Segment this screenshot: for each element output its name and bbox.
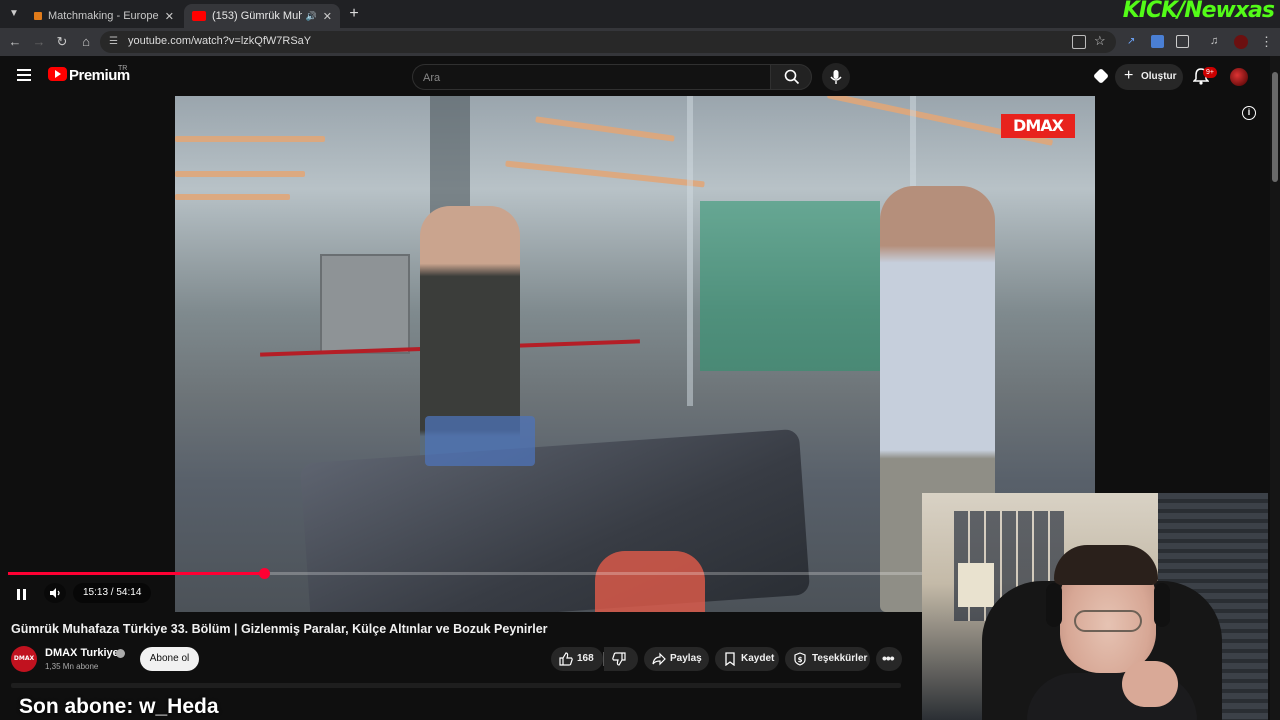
pause-button[interactable] [10,584,32,604]
ceiling-light [175,194,290,200]
more-horizontal-icon: ••• [882,650,895,666]
green-kiosk [700,201,880,371]
glasses [1074,610,1142,632]
forward-arrow-icon[interactable]: → [31,34,47,50]
wall-poster [958,563,994,607]
ceiling-light [175,136,325,142]
tab-matchmaking[interactable]: Matchmaking - Europe 5v5 Qu ✕ [26,4,182,28]
close-tab-icon[interactable]: ✕ [165,10,174,23]
tab-favicon-icon [34,12,42,20]
tab-title: Matchmaking - Europe 5v5 Qu [48,10,159,22]
save-label: Kaydet [741,653,775,664]
scrollbar-thumb[interactable] [1272,72,1278,182]
new-tab-icon[interactable]: + [346,6,362,22]
extension-icon-1[interactable]: ↗ [1127,36,1139,48]
channel-watermark: DMAX [1001,114,1075,138]
headphones [1046,583,1062,627]
open-suitcase [299,428,811,612]
thanks-label: Teşekkürler [812,653,868,664]
back-arrow-icon[interactable]: ← [7,34,23,50]
profile-avatar-icon[interactable] [1234,35,1248,49]
volume-icon [50,588,60,598]
like-count: 168 [577,653,594,664]
scrubber-handle[interactable] [258,568,270,579]
glass-pillar [687,96,693,406]
search-icon [784,69,800,85]
install-app-icon[interactable] [1072,35,1086,49]
channel-name[interactable]: DMAX Turkiye [45,647,119,659]
cast-icon[interactable] [1093,68,1109,84]
time-display: 15:13 / 54:14 [73,583,152,603]
streamer-hair [1054,545,1158,585]
search-box[interactable] [412,64,770,90]
thanks-button[interactable]: $ Teşekkürler [785,647,870,671]
youtube-logo-icon[interactable] [48,67,67,81]
headphones [1154,583,1170,627]
separator-line [11,683,901,688]
create-label: Oluştur [1141,71,1177,82]
close-tab-icon[interactable]: ✕ [323,10,332,23]
tab-title: (153) Gümrük Muhafaza Tü [212,10,302,22]
verified-badge-icon [116,649,125,658]
volume-button[interactable] [44,583,66,603]
media-controls-icon[interactable]: ♫ [1210,35,1224,48]
notification-count-badge: 9+ [1203,67,1217,78]
site-info-icon[interactable]: ☰ [109,36,121,48]
url-text: youtube.com/watch?v=lzkQfW7RSaY [128,35,312,47]
share-icon [652,652,666,666]
youtube-header: Premium TR + Oluştur 9+ [0,56,1280,96]
ceiling-light [175,171,305,177]
audio-playing-icon[interactable]: 🔊 [306,11,317,22]
home-icon[interactable]: ⌂ [78,34,94,50]
subscriber-count: 1,35 Mn abone [45,662,99,671]
streamer-webcam [922,493,1268,720]
svg-text:$: $ [798,656,803,664]
kick-watermark: KICK/Newxas [1122,0,1275,23]
progress-bar[interactable] [8,568,922,579]
page-scrollbar[interactable] [1270,56,1280,720]
search-button[interactable] [770,64,812,90]
thumbs-up-icon [559,652,573,666]
bookmark-icon [725,652,735,666]
dislike-button[interactable] [604,647,638,671]
suitcase-item [425,416,535,466]
plus-icon: + [1124,67,1134,84]
youtube-favicon-icon [192,11,206,21]
channel-avatar[interactable]: DMAX [11,646,37,672]
voice-search-button[interactable] [822,63,850,91]
browser-menu-icon[interactable]: ⋮ [1260,34,1273,50]
more-actions-button[interactable]: ••• [876,647,902,671]
suitcase-item [595,551,705,612]
streamer-hand [1122,661,1178,707]
url-field[interactable]: ☰ youtube.com/watch?v=lzkQfW7RSaY ☆ [100,31,1116,53]
bookmark-star-icon[interactable]: ☆ [1094,33,1106,49]
like-button[interactable]: 168 [551,647,603,671]
browser-tab-bar: ▼ Matchmaking - Europe 5v5 Qu ✕ (153) Gü… [0,0,1280,28]
ceiling-light [535,116,675,142]
ceiling-light [505,160,705,188]
region-code: TR [118,65,128,72]
hamburger-menu-icon[interactable] [17,69,31,81]
tab-list-chevron-icon[interactable]: ▼ [6,6,22,22]
super-thanks-icon: $ [794,652,806,666]
save-button[interactable]: Kaydet [715,647,779,671]
tab-youtube-video[interactable]: (153) Gümrük Muhafaza Tü 🔊 ✕ [184,4,340,28]
subscribe-button[interactable]: Abone ol [140,647,199,671]
share-button[interactable]: Paylaş [644,647,709,671]
extensions-puzzle-icon[interactable] [1176,35,1189,48]
share-label: Paylaş [670,653,702,664]
last-subscriber-overlay: Son abone: w_Heda [19,695,219,718]
microphone-icon [830,70,842,84]
progress-fill [8,572,264,575]
info-icon[interactable]: i [1242,106,1256,120]
translate-extension-icon[interactable] [1151,35,1164,48]
reload-icon[interactable]: ↻ [54,34,70,50]
video-title: Gümrük Muhafaza Türkiye 33. Bölüm | Gizl… [11,622,548,636]
xray-scanner [320,254,410,354]
create-button[interactable]: + Oluştur [1115,64,1183,90]
search-input[interactable] [423,70,753,86]
thumbs-down-icon [612,652,626,666]
browser-address-bar: ← → ↻ ⌂ ☰ youtube.com/watch?v=lzkQfW7RSa… [0,28,1280,56]
account-avatar[interactable] [1230,68,1248,86]
